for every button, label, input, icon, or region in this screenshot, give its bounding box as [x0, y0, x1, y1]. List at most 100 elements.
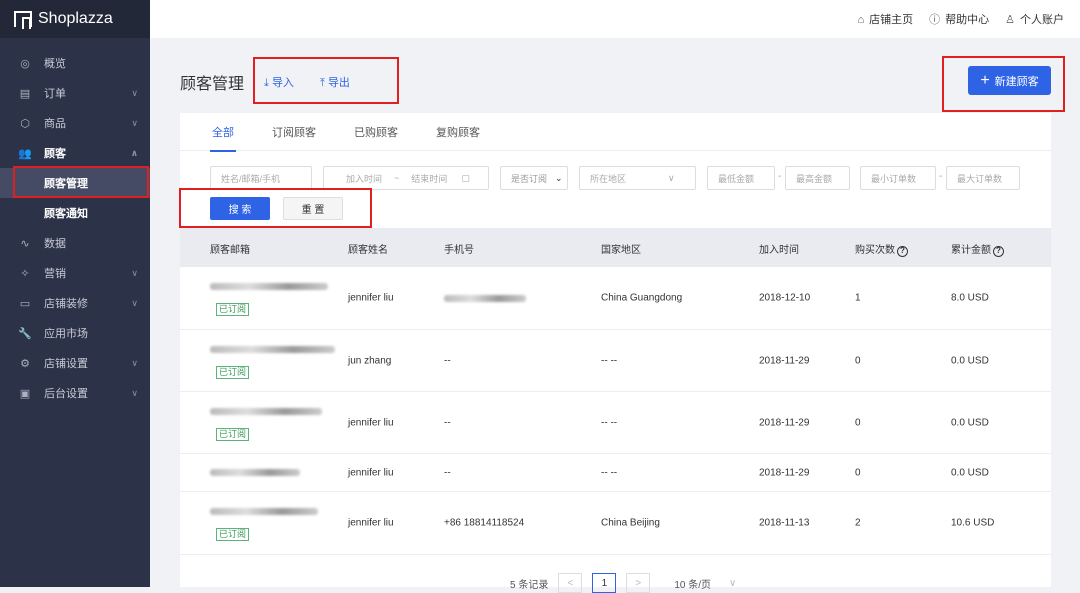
help-icon[interactable]: ? [897, 246, 908, 257]
sidebar-item[interactable]: ⬡ 商品 ∨ [0, 108, 150, 138]
tab[interactable]: 复购顾客 [436, 124, 480, 140]
cell-date: 2018-11-13 [759, 517, 810, 529]
page-size-select[interactable]: 10 条/页 [674, 576, 711, 591]
sidebar-item-label: 概览 [44, 58, 66, 70]
sidebar-item-label: 顾客通知 [44, 208, 88, 220]
cell-amount: 0.0 USD [951, 467, 989, 478]
customer-card: 全部 订阅顾客 已购顾客 复购顾客 姓名/邮箱/手机 加入时间 ~ 结束时间 ▢ 是否订阅 ⌄… [180, 113, 1051, 593]
sidebar-item[interactable]: 顾客通知 [0, 198, 150, 228]
column-header-label: 加入时间 [759, 245, 799, 256]
cell-phone: -- [444, 467, 451, 478]
end-date: 结束时间 [411, 173, 448, 184]
sidebar-item[interactable]: ⚙ 店铺设置 ∨ [0, 348, 150, 378]
box-icon: ⬡ [20, 117, 30, 130]
region-select[interactable]: 所在地区 ∨ [579, 166, 696, 190]
table-row[interactable]: 已订阅 jennifer liu +86 18814118524 China Beij… [180, 492, 1051, 555]
cell-name: jennifer liu [348, 292, 394, 304]
subscribed-select[interactable]: 是否订阅 ⌄ [500, 166, 568, 190]
chevron-down-icon: ∨ [131, 87, 138, 98]
column-header: 手机号 [444, 241, 474, 256]
order-icon: ▤ [19, 87, 31, 100]
sidebar-item-label: 后台设置 [44, 388, 88, 400]
help-icon: ⓘ [929, 14, 941, 26]
store-home-label: 店铺主页 [869, 14, 914, 26]
cell-amount: 8.0 USD [951, 292, 989, 304]
cell-amount: 0.0 USD [951, 355, 989, 366]
prev-page-button[interactable]: < [558, 573, 583, 593]
account-link[interactable]: ♙ 个人账户 [1005, 11, 1064, 27]
cell-region: -- -- [601, 417, 618, 428]
cell-region: China Beijing [601, 517, 660, 529]
max-orders-input[interactable]: 最大订单数 [946, 166, 1020, 190]
sidebar-item[interactable]: ▤ 订单 ∨ [0, 78, 150, 108]
store-home-link[interactable]: ⌂ 店铺主页 [857, 11, 913, 27]
topbar: ⌂ 店铺主页 ⓘ 帮助中心 ♙ 个人账户 [150, 0, 1080, 38]
column-header: 购买次数? [855, 241, 908, 257]
help-center-link[interactable]: ⓘ 帮助中心 [929, 11, 989, 27]
brand-name: Shoplazza [38, 10, 113, 27]
cell-count: 1 [855, 292, 861, 304]
email-redacted [210, 469, 300, 476]
table-row[interactable]: 已订阅 jun zhang -- -- -- 2018-11-29 0 0.0 USD [180, 330, 1051, 392]
max-amount-input[interactable]: 最高金额 [785, 166, 850, 190]
email-redacted [210, 283, 328, 290]
subscribed-badge: 已订阅 [216, 303, 250, 316]
dashboard-icon: ◎ [20, 57, 30, 70]
chevron-down-icon: ∨ [131, 297, 138, 308]
sidebar-item[interactable]: ▭ 店铺装修 ∨ [0, 288, 150, 318]
help-icon[interactable]: ? [993, 246, 1004, 257]
chevron-down-icon: ∨ [131, 387, 138, 398]
min-orders-input[interactable]: 最小订单数 [860, 166, 936, 190]
chart-icon: ∿ [20, 237, 30, 250]
sidebar-item[interactable]: ∿ 数据 [0, 228, 150, 258]
cell-name: jennifer liu [348, 517, 394, 529]
column-header: 国家地区 [601, 241, 641, 256]
table-row[interactable]: jennifer liu -- -- -- 2018-11-29 0 0.0 USD [180, 454, 1051, 492]
name-email-phone-input[interactable]: 姓名/邮箱/手机 [210, 166, 312, 190]
subscribed-label: 是否订阅 [511, 173, 548, 184]
cell-date: 2018-11-29 [759, 355, 810, 366]
table-row[interactable]: 已订阅 jennifer liu -- -- -- 2018-11-29 0 0.0 USD [180, 392, 1051, 454]
logo-icon [14, 11, 32, 29]
cell-name: jennifer liu [348, 467, 394, 478]
sidebar-item-label: 营销 [44, 268, 66, 280]
table-row[interactable]: 已订阅 jennifer liu China Guangdong 2018-12-10… [180, 267, 1051, 330]
sidebar-item[interactable]: 👥 顾客 ∧ [0, 138, 150, 168]
tab[interactable]: 已购顾客 [354, 124, 398, 140]
next-page-button[interactable]: > [626, 573, 651, 593]
min-amount-input[interactable]: 最低金额 [707, 166, 775, 190]
sidebar-item-label: 商品 [44, 118, 66, 130]
tab[interactable]: 全部 [210, 124, 236, 152]
email-redacted [210, 508, 318, 515]
logo[interactable]: Shoplazza [0, 0, 150, 38]
cell-count: 0 [855, 467, 861, 478]
subscribed-badge: 已订阅 [216, 528, 250, 541]
sidebar-item[interactable]: ▣ 后台设置 ∨ [0, 378, 150, 408]
sidebar-item[interactable]: ◎ 概览 [0, 48, 150, 78]
sidebar-item[interactable]: 🔧 应用市场 [0, 318, 150, 348]
column-header: 加入时间 [759, 241, 799, 256]
chevron-down-icon: ∨ [131, 357, 138, 368]
monitor-icon: ▣ [19, 387, 31, 400]
tab[interactable]: 订阅顾客 [272, 124, 316, 140]
sidebar-item-label: 数据 [44, 238, 66, 250]
page-title: 顾客管理 [180, 76, 245, 93]
cell-name: jun zhang [348, 355, 392, 366]
page-1-button[interactable]: 1 [592, 573, 617, 593]
subscribed-badge: 已订阅 [216, 428, 250, 441]
chevron-down-icon: ∨ [131, 117, 138, 128]
date-range-input[interactable]: 加入时间 ~ 结束时间 ▢ [323, 166, 489, 190]
cell-count: 0 [855, 355, 861, 366]
cell-amount: 10.6 USD [951, 517, 995, 529]
chevron-up-icon: ∧ [130, 147, 138, 158]
cell-amount: 0.0 USD [951, 417, 989, 428]
cell-date: 2018-11-29 [759, 417, 810, 428]
annotation-box [179, 188, 372, 228]
dash: - [939, 171, 943, 182]
sidebar-item[interactable]: ✧ 营销 ∨ [0, 258, 150, 288]
calendar-icon: ▢ [461, 172, 470, 183]
phone-redacted [444, 294, 526, 302]
tabs: 全部 订阅顾客 已购顾客 复购顾客 [180, 113, 1051, 152]
start-date: 加入时间 [346, 173, 383, 184]
cell-phone: -- [444, 355, 451, 366]
